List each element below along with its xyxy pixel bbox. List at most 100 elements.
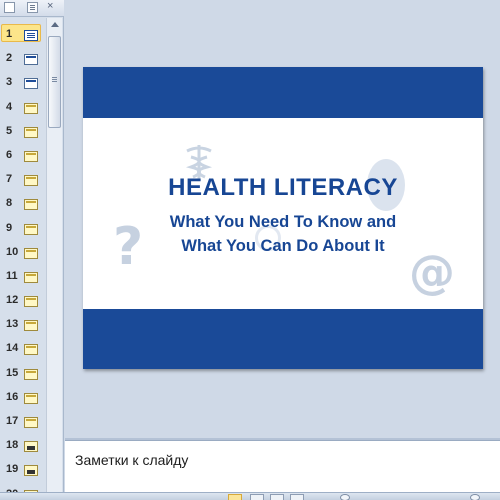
slide-show-icon[interactable]	[290, 494, 304, 500]
slide-thumbnail-4[interactable]: 4	[0, 95, 46, 119]
slide-thumbnail-frame[interactable]: 15	[1, 363, 41, 381]
slide-number: 19	[6, 463, 19, 476]
slide-thumbnail-16[interactable]: 16	[0, 385, 46, 409]
slide-thumbnail-1[interactable]: 1	[0, 22, 46, 46]
slide-sorter-icon[interactable]	[250, 494, 264, 500]
slide-subtitle[interactable]: What You Need To Know and What You Can D…	[83, 210, 483, 258]
slides-pane: × 1234567891011121314151617181920	[0, 0, 64, 500]
slide-thumbnail-13[interactable]: 13	[0, 312, 46, 336]
slide-thumbnail-frame[interactable]: 13	[1, 314, 41, 332]
slide-number: 14	[6, 342, 19, 355]
slide-number: 18	[6, 439, 19, 452]
slide-thumbnail-17[interactable]: 17	[0, 409, 46, 433]
slide-number: 9	[6, 221, 13, 234]
slide-thumbnail-19[interactable]: 19	[0, 457, 46, 481]
scrollbar-thumb[interactable]	[48, 36, 61, 128]
slide-layout-icon	[24, 199, 38, 211]
slide-layout-icon	[24, 441, 38, 453]
slide-thumbnail-2[interactable]: 2	[0, 46, 46, 70]
normal-view-icon[interactable]	[228, 494, 242, 500]
slide-thumbnail-8[interactable]: 8	[0, 191, 46, 215]
slide-thumbnail-3[interactable]: 3	[0, 70, 46, 94]
notes-placeholder[interactable]: Заметки к слайду	[75, 452, 188, 468]
slide-thumbnail-frame[interactable]: 9	[1, 218, 41, 236]
outline-tab[interactable]	[27, 2, 38, 13]
notes-pane[interactable]: Заметки к слайду	[65, 440, 500, 492]
slide-thumbnail-frame[interactable]: 10	[1, 242, 41, 260]
status-bar	[0, 492, 500, 500]
slide-number: 1	[6, 28, 13, 40]
slide-thumbnail-18[interactable]: 18	[0, 433, 46, 457]
slide-layout-icon	[24, 150, 38, 162]
thumbnail-scrollbar[interactable]	[46, 18, 62, 500]
slide-thumbnail-10[interactable]: 10	[0, 240, 46, 264]
slide-thumbnail-11[interactable]: 11	[0, 264, 46, 288]
slide-layout-icon	[24, 344, 38, 356]
slide-number: 16	[6, 390, 19, 403]
slide-layout-icon	[24, 465, 38, 477]
slide-top-band	[83, 67, 483, 118]
slide-layout-icon	[24, 271, 38, 283]
slide-number: 12	[6, 294, 19, 307]
slide-layout-icon	[24, 54, 38, 66]
slide-layout-icon	[24, 223, 38, 235]
slide-layout-icon	[24, 296, 38, 308]
slide-layout-icon	[24, 247, 38, 259]
slide-thumbnail-frame[interactable]: 5	[1, 121, 41, 139]
slide-editing-area: ? @ HEALTH LITERACY What You Need To Kno…	[65, 0, 500, 438]
current-slide[interactable]: ? @ HEALTH LITERACY What You Need To Kno…	[83, 67, 483, 369]
subtitle-line-1: What You Need To Know and	[169, 213, 397, 231]
slide-thumbnail-15[interactable]: 15	[0, 361, 46, 385]
slide-thumbnail-9[interactable]: 9	[0, 216, 46, 240]
slide-thumbnail-7[interactable]: 7	[0, 167, 46, 191]
slide-number: 8	[6, 197, 13, 210]
slide-number: 2	[6, 52, 13, 65]
slide-thumbnail-frame[interactable]: 11	[1, 266, 41, 284]
slide-thumbnail-frame[interactable]: 18	[1, 435, 41, 453]
slide-thumbnail-frame[interactable]: 16	[1, 387, 41, 405]
slide-thumbnail-frame[interactable]: 6	[1, 145, 41, 163]
zoom-in-icon[interactable]	[470, 494, 480, 500]
slide-number: 6	[6, 148, 13, 161]
slide-number: 13	[6, 318, 19, 331]
slide-layout-icon	[24, 30, 38, 41]
slide-layout-icon	[24, 102, 38, 114]
zoom-out-icon[interactable]	[340, 494, 350, 500]
slide-thumbnail-frame[interactable]: 19	[1, 459, 41, 477]
slide-layout-icon	[24, 78, 38, 90]
slide-layout-icon	[24, 368, 38, 380]
slide-thumbnail-frame[interactable]: 4	[1, 97, 41, 115]
slide-layout-icon	[24, 320, 38, 332]
close-pane-icon[interactable]: ×	[47, 0, 53, 12]
slide-thumbnail-6[interactable]: 6	[0, 143, 46, 167]
slide-thumbnail-frame[interactable]: 8	[1, 193, 41, 211]
slide-thumbnail-12[interactable]: 12	[0, 288, 46, 312]
slide-thumbnail-frame[interactable]: 2	[1, 48, 41, 66]
slide-thumbnail-frame[interactable]: 12	[1, 290, 41, 308]
scroll-up-icon[interactable]	[51, 22, 59, 27]
slide-bottom-band	[83, 309, 483, 369]
slide-number: 11	[6, 269, 18, 282]
slide-number: 5	[6, 124, 13, 137]
slides-tab[interactable]	[4, 2, 15, 13]
slide-thumbnail-frame[interactable]: 7	[1, 169, 41, 187]
slide-layout-icon	[24, 126, 38, 138]
slide-thumbnail-list: 1234567891011121314151617181920	[0, 22, 46, 500]
slide-thumbnail-frame[interactable]: 1	[1, 24, 41, 42]
reading-view-icon[interactable]	[270, 494, 284, 500]
slide-thumbnail-5[interactable]: 5	[0, 119, 46, 143]
slide-thumbnail-14[interactable]: 14	[0, 336, 46, 360]
slide-number: 7	[6, 173, 13, 186]
slide-layout-icon	[24, 392, 38, 404]
pane-tabs: ×	[0, 0, 64, 17]
slide-number: 4	[6, 100, 13, 113]
slide-layout-icon	[24, 175, 38, 187]
slide-thumbnail-frame[interactable]: 3	[1, 72, 41, 90]
slide-number: 10	[6, 245, 19, 258]
slide-thumbnail-frame[interactable]: 17	[1, 411, 41, 429]
slide-layout-icon	[24, 417, 38, 428]
slide-number: 3	[6, 76, 13, 89]
slide-thumbnail-frame[interactable]: 14	[1, 338, 41, 356]
slide-title[interactable]: HEALTH LITERACY	[83, 174, 483, 202]
slide-number: 17	[6, 415, 19, 427]
